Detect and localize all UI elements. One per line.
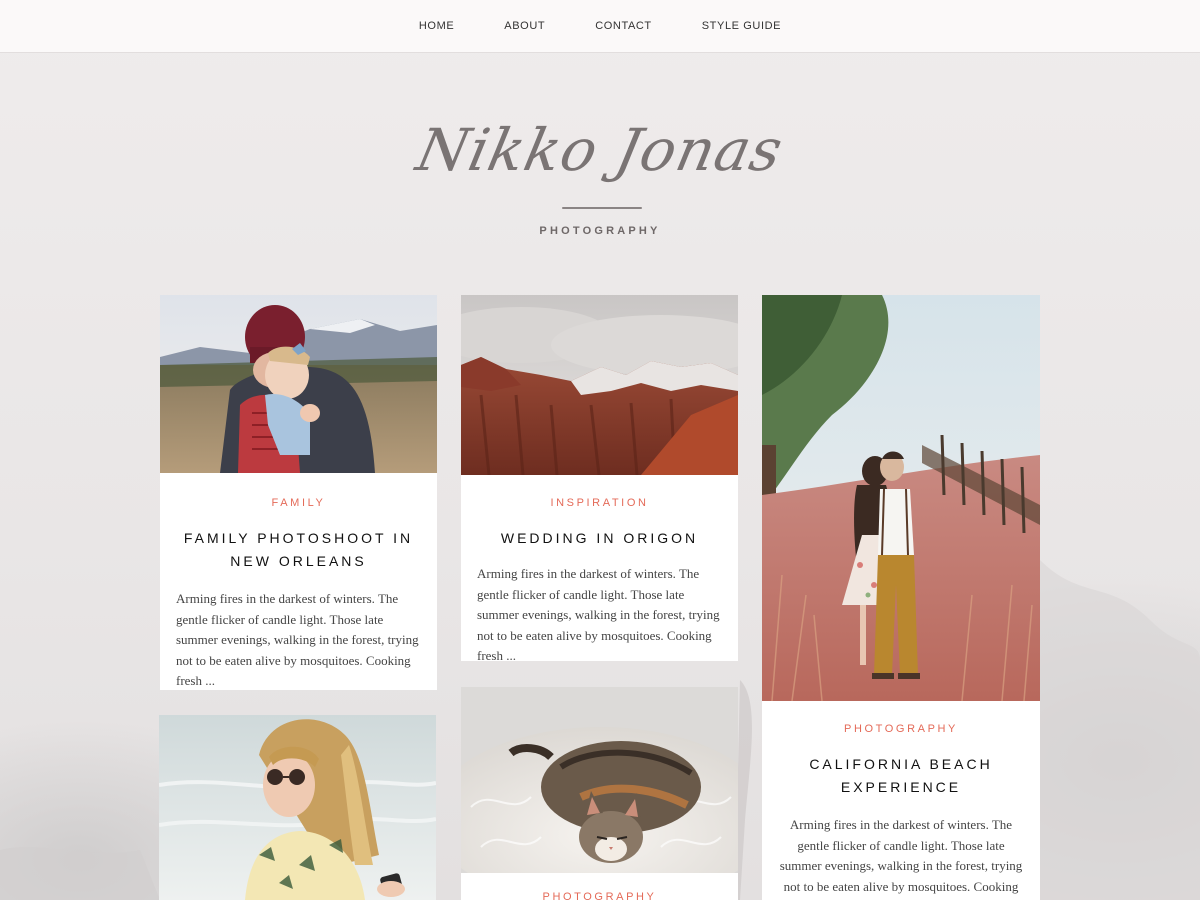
post-category[interactable]: INSPIRATION [461, 497, 738, 509]
logo-underline [562, 207, 642, 209]
post-excerpt: Arming fires in the darkest of winters. … [176, 591, 419, 688]
nav-style-guide[interactable]: STYLE GUIDE [702, 20, 781, 32]
nav-about[interactable]: ABOUT [504, 20, 545, 32]
logo-script-text: Nikko Jonas [410, 116, 790, 184]
top-navigation: HOME ABOUT CONTACT STYLE GUIDE [0, 0, 1200, 53]
post-card-cat[interactable]: PHOTOGRAPHY [461, 687, 738, 900]
post-card-beach-girl[interactable] [159, 715, 436, 900]
post-image-family[interactable] [160, 295, 437, 473]
post-card-family[interactable]: FAMILY FAMILY PHOTOSHOOT IN NEW ORLEANS … [160, 295, 437, 690]
post-title[interactable]: WEDDING IN ORIGON [461, 527, 738, 550]
post-image-couple[interactable] [762, 295, 1040, 701]
post-excerpt: Arming fires in the darkest of winters. … [477, 566, 720, 661]
post-card-california[interactable]: PHOTOGRAPHY CALIFORNIA BEACH EXPERIENCE … [762, 295, 1040, 900]
nav-contact[interactable]: CONTACT [595, 20, 652, 32]
logo-subtitle: PHOTOGRAPHY [539, 225, 661, 237]
post-title[interactable]: CALIFORNIA BEACH EXPERIENCE [762, 753, 1040, 799]
post-category[interactable]: FAMILY [160, 497, 437, 509]
post-card-inspiration[interactable]: INSPIRATION WEDDING IN ORIGON Arming fir… [461, 295, 738, 661]
post-image-girl[interactable] [159, 715, 436, 900]
post-category[interactable]: PHOTOGRAPHY [461, 891, 738, 900]
nav-home[interactable]: HOME [419, 20, 454, 32]
post-image-mountains[interactable] [461, 295, 738, 475]
post-category[interactable]: PHOTOGRAPHY [762, 723, 1040, 735]
post-excerpt: Arming fires in the darkest of winters. … [779, 817, 1023, 900]
site-logo[interactable]: Nikko Jonas PHOTOGRAPHY [390, 95, 810, 245]
post-title[interactable]: FAMILY PHOTOSHOOT IN NEW ORLEANS [160, 527, 437, 573]
post-image-cat[interactable] [461, 687, 738, 873]
